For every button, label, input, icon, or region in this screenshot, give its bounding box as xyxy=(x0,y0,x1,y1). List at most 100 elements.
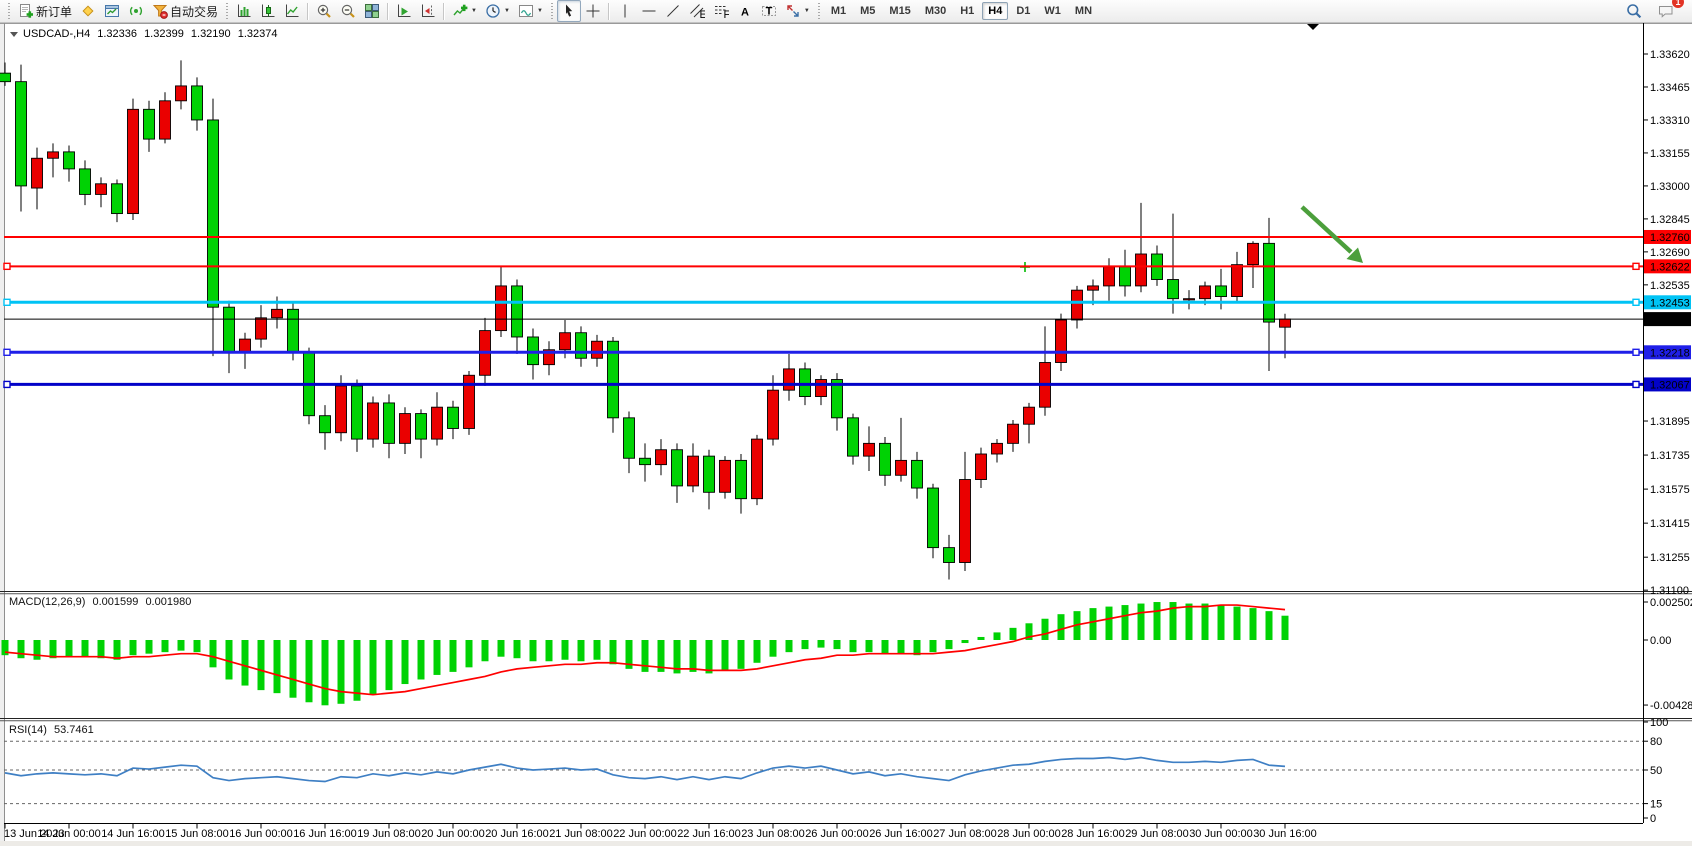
macd-bar xyxy=(338,640,345,704)
cursor-button[interactable] xyxy=(557,0,581,22)
timeframe-d1-button[interactable]: D1 xyxy=(1010,2,1036,20)
timeframe-mn-button[interactable]: MN xyxy=(1069,2,1098,20)
timeframe-m15-button[interactable]: M15 xyxy=(883,2,916,20)
candle-body xyxy=(880,443,891,475)
candle-body xyxy=(1264,243,1275,322)
line-handle[interactable] xyxy=(1633,299,1639,305)
price-tick-label: 1.31895 xyxy=(1650,416,1690,428)
candle-chart-mode-button[interactable] xyxy=(256,0,280,22)
macd-name: MACD(12,26,9) xyxy=(9,596,85,608)
price-line-badge: 1.32760 xyxy=(1644,230,1691,244)
timeframe-m5-button[interactable]: M5 xyxy=(854,2,881,20)
price-tick-label: 1.33620 xyxy=(1650,49,1690,61)
candle-body xyxy=(688,456,699,486)
macd-tick-label: -0.004283 xyxy=(1650,700,1692,712)
templates-button[interactable]: ▼ xyxy=(514,0,547,22)
chart-shift-button[interactable] xyxy=(416,0,440,22)
chevron-down-icon[interactable]: ▼ xyxy=(537,8,543,14)
macd-bar xyxy=(1218,605,1225,640)
new-order-button[interactable]: 新订单 xyxy=(14,0,76,22)
notifications-button[interactable]: 1 xyxy=(1654,0,1678,22)
crosshair-button[interactable] xyxy=(581,0,605,22)
timeframe-w1-button[interactable]: W1 xyxy=(1038,2,1067,20)
price-tick-label: 1.33465 xyxy=(1650,82,1690,94)
macd-bar xyxy=(114,640,121,660)
text-label-button[interactable]: T xyxy=(757,0,781,22)
equidistant-channel-button[interactable]: E xyxy=(685,0,709,22)
timeframe-m1-button[interactable]: M1 xyxy=(825,2,852,20)
macd-bar xyxy=(562,640,569,660)
line-handle[interactable] xyxy=(4,381,10,387)
line-handle[interactable] xyxy=(1633,381,1639,387)
date-tick-label: 21 Jun 08:00 xyxy=(549,828,613,840)
line-handle[interactable] xyxy=(4,263,10,269)
timeframe-m30-button[interactable]: M30 xyxy=(919,2,952,20)
macd-bar xyxy=(770,640,777,657)
chevron-down-icon[interactable]: ▼ xyxy=(804,8,810,14)
toolbar-grip xyxy=(818,3,820,20)
trendline-icon xyxy=(665,3,681,19)
line-handle[interactable] xyxy=(1633,263,1639,269)
candle-body xyxy=(1168,280,1179,299)
line-chart-mode-button[interactable] xyxy=(280,0,304,22)
chart-window-button[interactable] xyxy=(100,0,124,22)
macd-bar xyxy=(818,640,825,648)
rsi-tick-label: 80 xyxy=(1650,736,1662,748)
arrows-button[interactable]: ▼ xyxy=(781,0,814,22)
date-tick-label: 16 Jun 16:00 xyxy=(293,828,357,840)
timeframe-h1-button[interactable]: H1 xyxy=(954,2,980,20)
date-tick-label: 20 Jun 16:00 xyxy=(485,828,549,840)
bar-close: 1.32374 xyxy=(238,28,278,40)
zoom-out-button[interactable] xyxy=(336,0,360,22)
price-line-badge: 1.32218 xyxy=(1644,345,1691,359)
macd-bar xyxy=(514,640,521,658)
candle-body xyxy=(944,548,955,563)
price-line-badge: 1.32622 xyxy=(1644,259,1691,273)
chevron-down-icon[interactable]: ▼ xyxy=(504,8,510,14)
price-tick-label: 1.31255 xyxy=(1650,552,1690,564)
indicators-button[interactable]: ▼ xyxy=(448,0,481,22)
candle-body xyxy=(48,152,59,158)
vertical-line-button[interactable] xyxy=(613,0,637,22)
line-handle[interactable] xyxy=(4,349,10,355)
macd-bar xyxy=(738,640,745,669)
svg-text:1.32453: 1.32453 xyxy=(1650,297,1690,309)
timeframe-h4-button[interactable]: H4 xyxy=(982,2,1008,20)
toolbar-grip xyxy=(8,3,10,20)
autotrading-button[interactable]: 自动交易 xyxy=(148,0,222,22)
bar-open: 1.32336 xyxy=(97,28,137,40)
macd-bar xyxy=(130,640,137,655)
date-tick-label: 29 Jun 08:00 xyxy=(1125,828,1189,840)
signals-button[interactable] xyxy=(124,0,148,22)
candle-body xyxy=(1024,407,1035,424)
candle-body xyxy=(512,286,523,337)
macd-bar xyxy=(82,640,89,657)
candle-body xyxy=(560,333,571,350)
date-tick-label: 30 Jun 00:00 xyxy=(1189,828,1253,840)
periods-button[interactable]: ▼ xyxy=(481,0,514,22)
candle-body xyxy=(1200,286,1211,299)
macd-bar xyxy=(386,640,393,690)
chevron-down-icon[interactable]: ▼ xyxy=(471,8,477,14)
chart-canvas[interactable]: 1.336201.334651.333101.331551.330001.328… xyxy=(0,23,1692,846)
macd-bar xyxy=(66,640,73,657)
metaeditor-button[interactable] xyxy=(76,0,100,22)
tile-windows-button[interactable] xyxy=(360,0,384,22)
search-button[interactable] xyxy=(1622,0,1646,22)
chart-menu-caret-icon[interactable] xyxy=(10,32,18,37)
macd-bar xyxy=(706,640,713,673)
trendline-button[interactable] xyxy=(661,0,685,22)
auto-scroll-button[interactable] xyxy=(392,0,416,22)
zoom-in-button[interactable] xyxy=(312,0,336,22)
fibonacci-button[interactable]: F xyxy=(709,0,733,22)
text-button[interactable]: A xyxy=(733,0,757,22)
line-handle[interactable] xyxy=(4,299,10,305)
line-handle[interactable] xyxy=(1633,349,1639,355)
rsi-name: RSI(14) xyxy=(9,724,47,736)
macd-bar xyxy=(18,640,25,658)
svg-text:E: E xyxy=(699,9,705,19)
bar-low: 1.32190 xyxy=(191,28,231,40)
chart-window-icon xyxy=(104,3,120,19)
horizontal-line-button[interactable] xyxy=(637,0,661,22)
bar-chart-mode-button[interactable] xyxy=(232,0,256,22)
